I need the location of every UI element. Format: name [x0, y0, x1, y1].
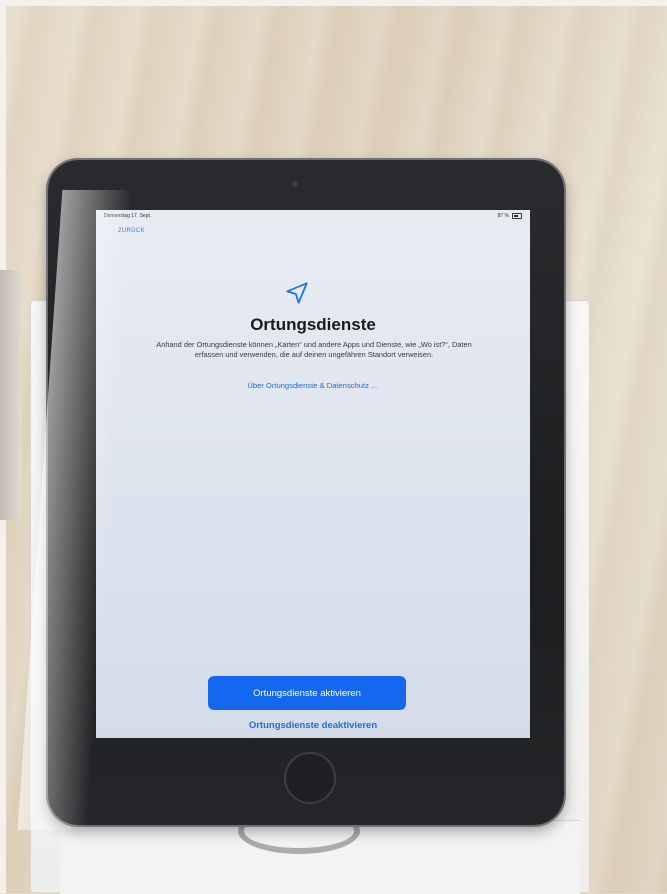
back-button[interactable]: ZURÜCK [118, 228, 145, 234]
status-bar: Donnerstag 17. Sept. 87 % [96, 210, 530, 222]
setup-screen: Donnerstag 17. Sept. 87 % ZURÜCK Ortungs… [96, 210, 530, 738]
status-indicators: 87 % [498, 213, 522, 219]
privacy-info-link[interactable]: Über Ortungsdienste & Datenschutz … [96, 381, 530, 390]
status-date: Donnerstag 17. Sept. [104, 213, 152, 219]
front-camera [292, 181, 298, 187]
page-title: Ortungsdienste [250, 315, 376, 334]
box-lid [0, 270, 22, 520]
enable-location-services-button[interactable]: Ortungsdienste aktivieren [208, 676, 406, 710]
photo-border [0, 0, 667, 6]
location-arrow-icon [286, 282, 308, 304]
battery-percentage: 87 % [497, 213, 509, 219]
battery-icon [512, 213, 522, 219]
home-button[interactable] [284, 752, 336, 804]
page-description: Anhand der Ortungsdienste können „Karten… [156, 340, 472, 359]
disable-location-services-link[interactable]: Ortungsdienste deaktivieren [96, 720, 530, 731]
